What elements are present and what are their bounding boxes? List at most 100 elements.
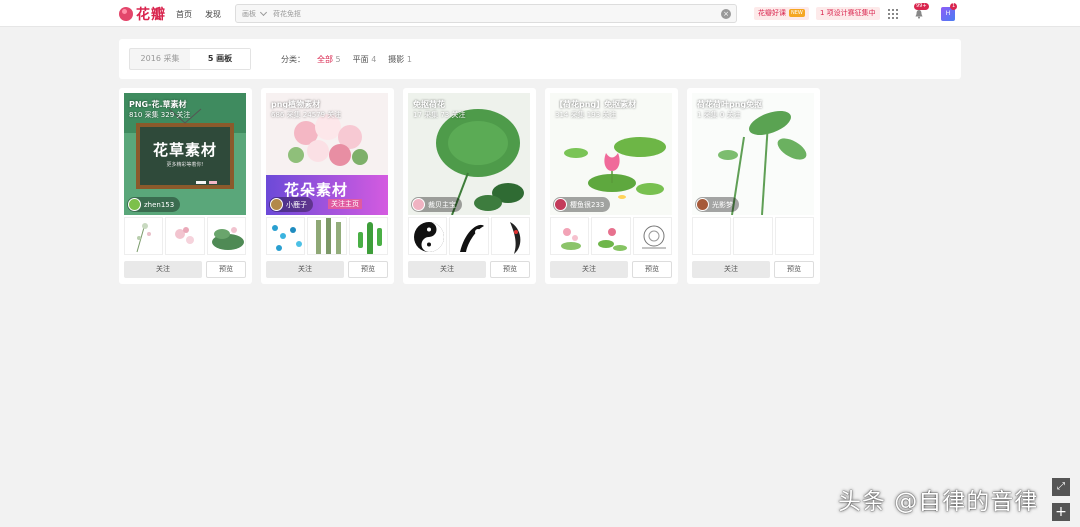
board-stats: 314 采集 193 关注 (555, 111, 617, 119)
owner-avatar (412, 198, 425, 211)
thumbnail[interactable] (307, 217, 347, 255)
board-title: 【荷花png】免抠素材 (555, 100, 637, 109)
thumbnail[interactable] (733, 217, 773, 255)
thumbnail[interactable] (124, 217, 164, 255)
board-thumbnails (408, 217, 530, 255)
board-stats: 686 采集 24579 关注 (271, 111, 342, 119)
thumbnail[interactable] (348, 217, 388, 255)
filter-bar: 2016 采集 5 画板 分类： 全部 5 平面 4 摄影 1 (119, 39, 961, 79)
search-bar: 画板 × (235, 4, 737, 23)
board-card[interactable]: 花草素材 更多精彩等着你! PNG-花.草素材 810 采集 329 关注 zh… (119, 88, 252, 284)
thumbnail[interactable] (449, 217, 489, 255)
board-owner[interactable]: 裁贝主宝 (411, 197, 462, 212)
chevron-down-icon[interactable] (259, 8, 268, 16)
filter-all[interactable]: 全部 5 (317, 54, 341, 65)
filter-all-count: 5 (335, 55, 341, 64)
filter-graphic-count: 4 (371, 55, 377, 64)
board-stats: 810 采集 329 关注 (129, 111, 191, 119)
nav-discover-link[interactable]: 发现 (205, 9, 221, 20)
contest-link[interactable]: 1 项设计赛征集中 (816, 7, 880, 20)
course-promo-link[interactable]: 花瓣好课 NEW (754, 7, 809, 20)
category-filter: 分类： 全部 5 平面 4 摄影 1 (281, 54, 412, 65)
board-cover[interactable]: 【荷花png】免抠素材 314 采集 193 关注 樱鱼很233 (550, 93, 672, 215)
owner-avatar (270, 198, 283, 211)
board-card[interactable]: 免抠荷花 17 采集 73 关注 裁贝主宝 关注 预览 (403, 88, 536, 284)
tab-boards[interactable]: 5 画板 (190, 49, 250, 69)
thumbnail[interactable] (165, 217, 205, 255)
clear-icon[interactable]: × (721, 9, 731, 19)
board-owner[interactable]: 光影梦 (695, 197, 739, 212)
avatar-count-badge: 1 (950, 3, 958, 10)
board-owner[interactable]: 小鹿子 (269, 197, 313, 212)
filter-photo-name: 摄影 (388, 55, 405, 64)
board-card[interactable]: 花朵素材 关注主页 png植物素材 686 采集 24579 关注 小鹿子 关注… (261, 88, 394, 284)
thumbnail[interactable] (408, 217, 448, 255)
preview-button[interactable]: 预览 (774, 261, 814, 278)
notification-count-badge: 99+ (914, 3, 929, 10)
new-badge: NEW (789, 9, 805, 17)
bell-icon[interactable] (914, 9, 924, 19)
thumbnail[interactable] (632, 217, 672, 255)
filter-all-name: 全部 (317, 55, 333, 64)
board-owner[interactable]: 樱鱼很233 (553, 197, 611, 212)
thumbnail[interactable] (692, 217, 732, 255)
board-stats: 17 采集 73 关注 (413, 111, 466, 119)
plus-icon[interactable]: + (1052, 503, 1070, 521)
filter-graphic[interactable]: 平面 4 (353, 54, 377, 65)
board-cover[interactable]: 花草素材 更多精彩等着你! PNG-花.草素材 810 采集 329 关注 zh… (124, 93, 246, 215)
owner-avatar (554, 198, 567, 211)
preview-button[interactable]: 预览 (490, 261, 530, 278)
site-logo[interactable]: 花瓣 (119, 5, 166, 23)
cover-subline: 关注主页 (328, 199, 362, 209)
board-stats: 1 采集 0 关注 (697, 111, 741, 119)
petal-logo-icon (119, 6, 133, 21)
follow-button[interactable]: 关注 (408, 261, 486, 278)
thumbnail[interactable] (490, 217, 530, 255)
preview-button[interactable]: 预览 (206, 261, 246, 278)
expand-icon[interactable]: ⤢ (1052, 478, 1070, 496)
thumbnail[interactable] (266, 217, 306, 255)
board-card[interactable]: 【荷花png】免抠素材 314 采集 193 关注 樱鱼很233 关注 预览 (545, 88, 678, 284)
owner-avatar (128, 198, 141, 211)
thumbnail[interactable] (591, 217, 631, 255)
apps-grid-icon[interactable] (888, 9, 898, 19)
board-title: png植物素材 (271, 100, 321, 109)
filter-photo-count: 1 (406, 55, 412, 64)
owner-name: 小鹿子 (286, 200, 307, 209)
category-label: 分类： (281, 55, 305, 64)
profile-tabs: 2016 采集 5 画板 (129, 48, 251, 70)
preview-button[interactable]: 预览 (348, 261, 388, 278)
board-owner[interactable]: zhen153 (127, 197, 181, 212)
course-promo-label: 花瓣好课 (758, 9, 786, 17)
follow-button[interactable]: 关注 (124, 261, 202, 278)
board-card[interactable]: 荷花荷叶png免抠 1 采集 0 关注 光影梦 关注 预览 (687, 88, 820, 284)
thumbnail[interactable] (550, 217, 590, 255)
filter-photo[interactable]: 摄影 1 (388, 54, 412, 65)
owner-name: 裁贝主宝 (428, 200, 456, 209)
owner-name: zhen153 (144, 200, 175, 209)
board-cover[interactable]: 免抠荷花 17 采集 73 关注 裁贝主宝 (408, 93, 530, 215)
cover-subline: 更多精彩等着你! (166, 162, 204, 168)
follow-button[interactable]: 关注 (550, 261, 628, 278)
filter-graphic-name: 平面 (352, 55, 369, 64)
top-header: 花瓣 首页 发现 画板 × 花瓣好课NEW 1 项设计赛征集中 99+ H 1 (0, 0, 1080, 27)
board-title: 免抠荷花 (413, 100, 445, 109)
board-thumbnails (266, 217, 388, 255)
search-scope-select[interactable]: 画板 (236, 9, 256, 19)
follow-button[interactable]: 关注 (692, 261, 770, 278)
tab-pins[interactable]: 2016 采集 (130, 49, 190, 69)
board-cover[interactable]: 荷花荷叶png免抠 1 采集 0 关注 光影梦 (692, 93, 814, 215)
thumbnail[interactable] (206, 217, 246, 255)
preview-button[interactable]: 预览 (632, 261, 672, 278)
search-input[interactable] (273, 9, 673, 18)
board-thumbnails (692, 217, 814, 255)
follow-button[interactable]: 关注 (266, 261, 344, 278)
board-title: 荷花荷叶png免抠 (697, 100, 763, 109)
nav-home-link[interactable]: 首页 (176, 9, 192, 20)
board-cover[interactable]: 花朵素材 关注主页 png植物素材 686 采集 24579 关注 小鹿子 (266, 93, 388, 215)
owner-name: 樱鱼很233 (570, 200, 605, 209)
cover-headline: 花草素材 (152, 141, 217, 159)
thumbnail[interactable] (774, 217, 814, 255)
board-thumbnails (550, 217, 672, 255)
board-thumbnails (124, 217, 246, 255)
